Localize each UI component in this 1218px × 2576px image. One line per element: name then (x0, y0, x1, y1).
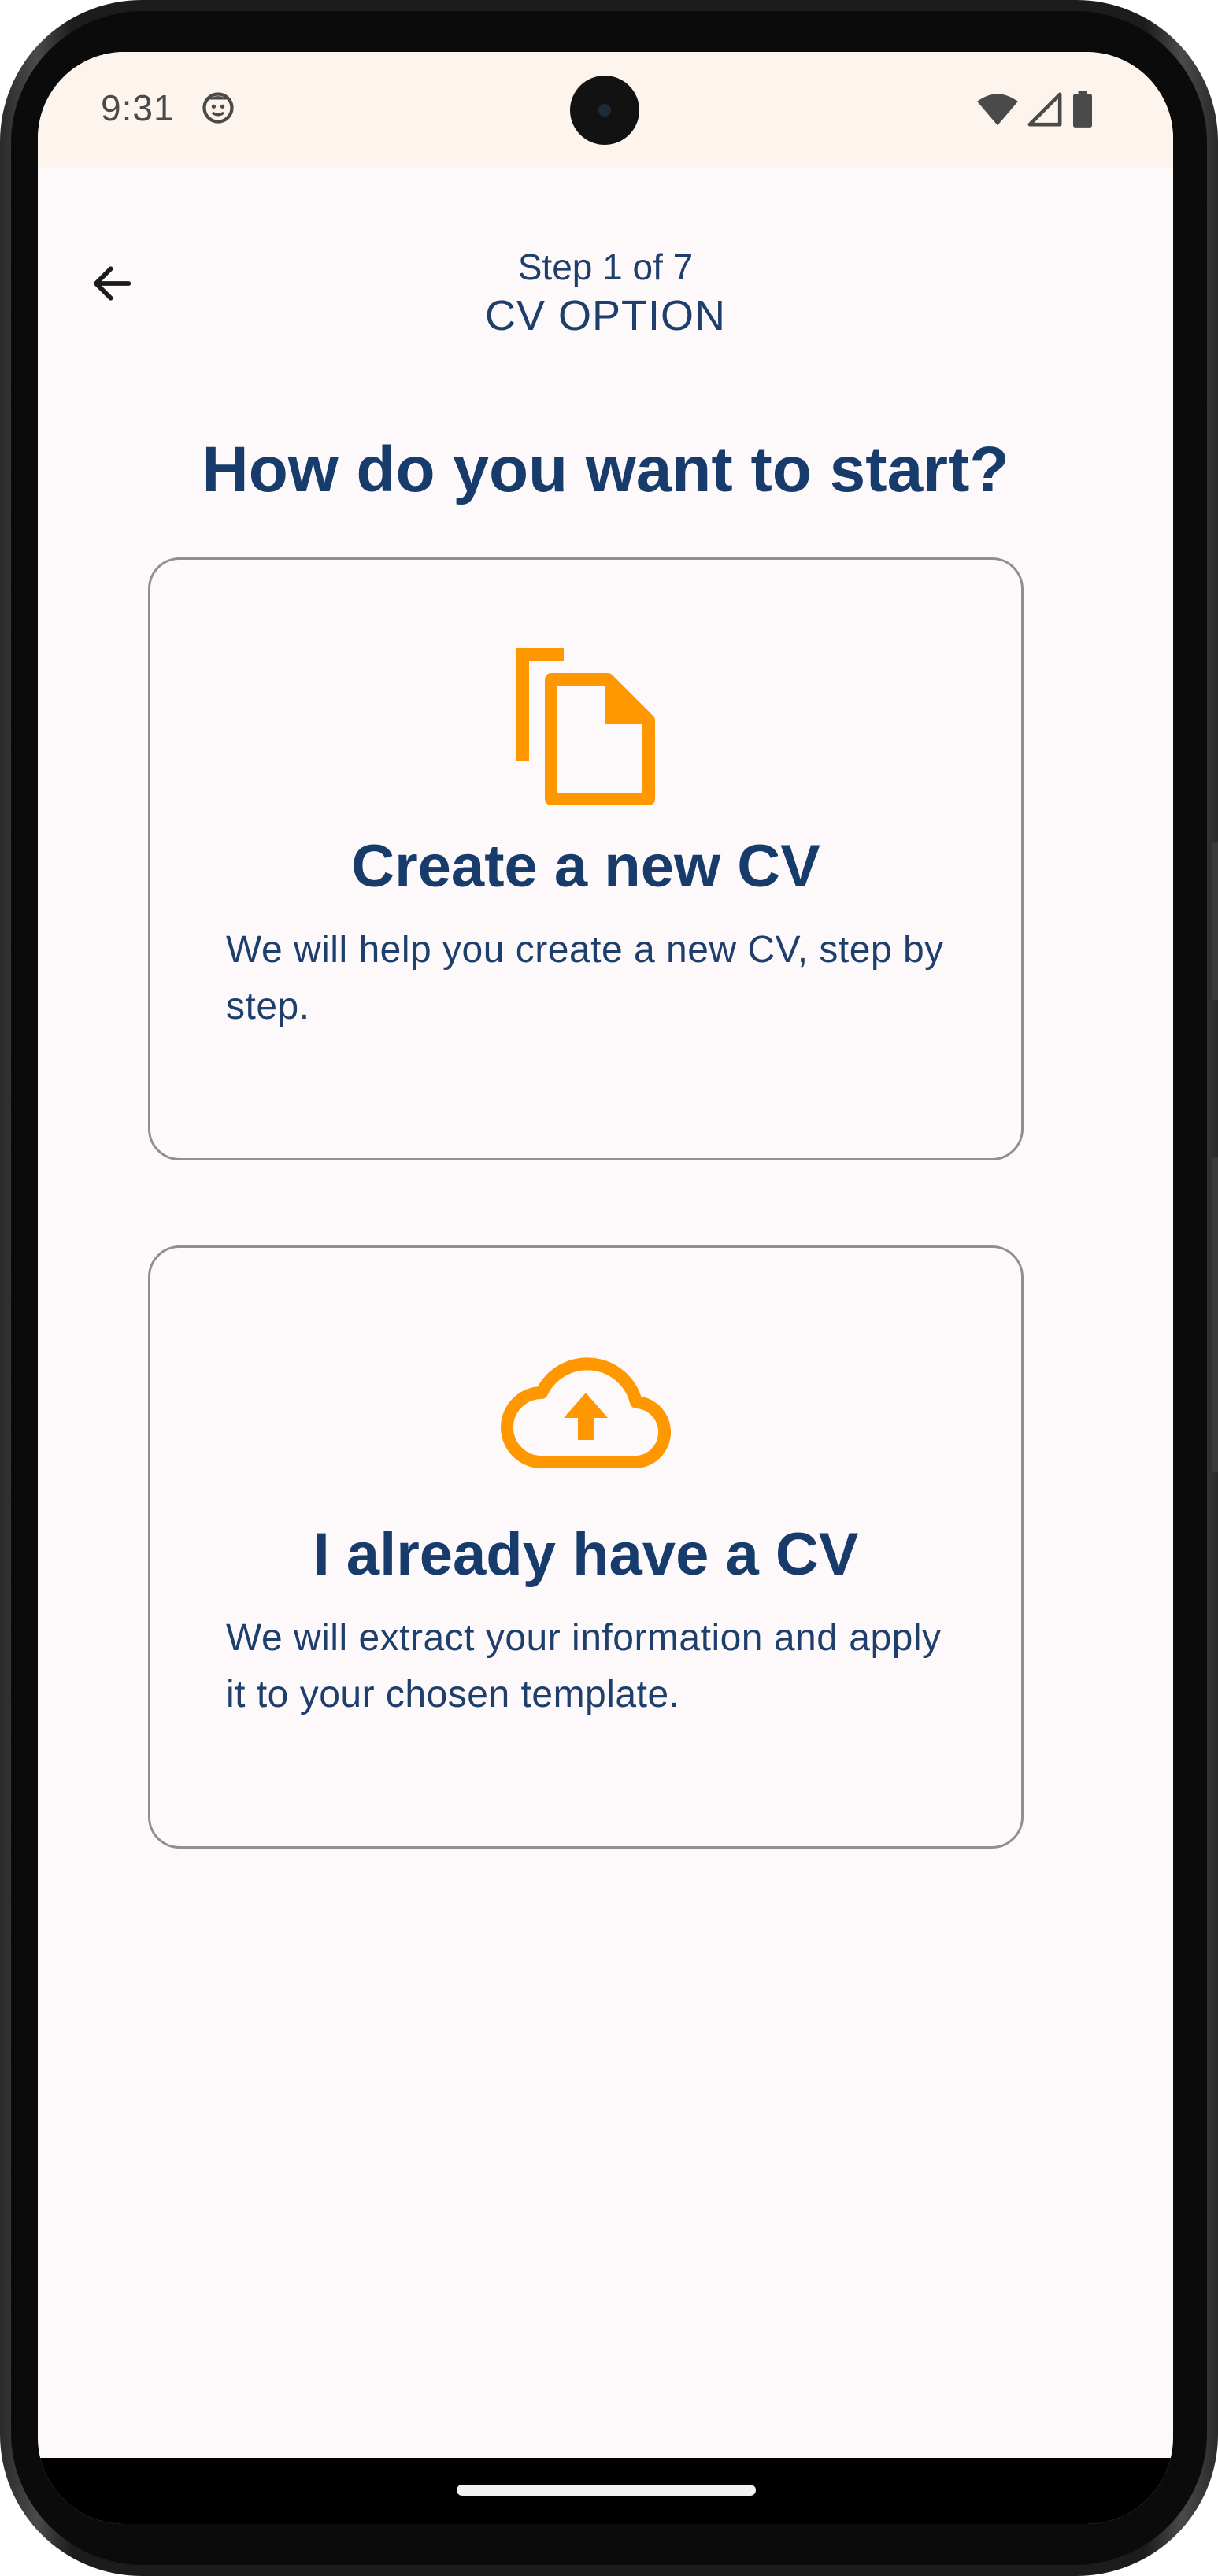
copy-file-icon (516, 648, 655, 805)
create-new-cv-card[interactable]: Create a new CV We will help you create … (148, 557, 1024, 1160)
option-description: We will help you create a new CV, step b… (226, 929, 944, 1027)
home-indicator[interactable] (457, 2485, 756, 2496)
page-title: CV OPTION (484, 292, 727, 339)
power-button (1212, 1157, 1218, 1472)
upload-existing-cv-card[interactable]: I already have a CV We will extract your… (148, 1245, 1024, 1849)
main-heading: How do you want to start? (202, 434, 1009, 505)
cloud-upload-icon (501, 1357, 671, 1469)
navigation-bar (38, 2458, 1173, 2524)
option-description: We will extract your information and app… (226, 1617, 942, 1715)
phone-frame: 9:31 Step 1 of 7 CV OPTION How do you wa… (0, 0, 1218, 2576)
step-indicator: Step 1 of 7 (517, 246, 694, 287)
app-bar: Step 1 of 7 CV OPTION (38, 52, 1173, 372)
option-title: I already have a CV (313, 1521, 859, 1588)
screen: 9:31 Step 1 of 7 CV OPTION How do you wa… (38, 52, 1173, 2524)
volume-button (1212, 842, 1218, 1000)
option-title: Create a new CV (351, 833, 820, 900)
